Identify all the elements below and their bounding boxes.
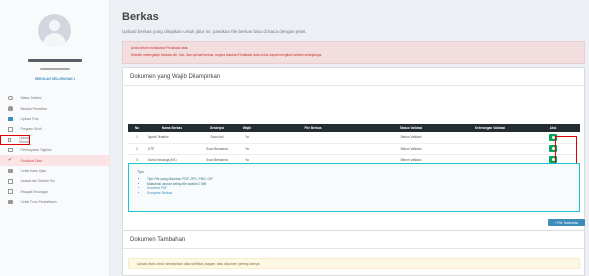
user-id-placeholder <box>40 68 70 70</box>
page-title: Berkas <box>122 11 159 23</box>
sidebar-item-pembayaran[interactable]: Pembayaran Tagihan <box>0 145 110 155</box>
print-icon <box>8 168 13 174</box>
user-icon <box>8 106 13 111</box>
col-header: File Berkas <box>258 124 368 132</box>
required-docs-card: Dokumen yang Wajib Dilampirkan No Nama B… <box>122 67 585 235</box>
avatar <box>38 14 71 47</box>
table-row: 2 KTP Scan Berwarna Ya Belum Validasi <box>128 143 580 155</box>
col-header: Keterangan Validasi <box>454 124 526 132</box>
cell-file <box>258 143 368 155</box>
sidebar-item-riwayat-keuangan[interactable]: Riwayat Keuangan <box>0 187 110 197</box>
sidebar-item-jadwal[interactable]: Jadwal dan Seleksi Tes <box>0 176 110 186</box>
col-header: Nama Berkas <box>146 124 198 132</box>
cell-name: KTP <box>146 143 198 155</box>
sidebar-item-label: Riwayat Keuangan <box>20 189 49 194</box>
sidebar-item-cetak-kartu[interactable]: Cetak Kartu Ujian <box>0 166 110 176</box>
calendar-icon <box>8 179 13 184</box>
sidebar-item-label: Program Studi <box>20 127 42 132</box>
divider <box>123 85 584 86</box>
cell-desc: Scan Berwarna <box>198 143 236 155</box>
status-icon <box>8 95 13 101</box>
file-icon <box>8 137 12 142</box>
sidebar-item-label: Pembayaran Tagihan <box>20 148 52 153</box>
additional-docs-note: Upload disini untuk melampirkan data ser… <box>128 258 580 269</box>
cell-no: 1 <box>128 132 146 144</box>
school-name: SEKOLAH SELURUHAN 1 <box>34 77 76 81</box>
divider <box>123 248 584 249</box>
cell-file <box>258 132 368 144</box>
sidebar-item-label: Jadwal dan Seleksi Tes <box>20 179 55 184</box>
cell-no: 2 <box>128 143 146 155</box>
tips-list: Tipe File yang diizinkan PDF, JPG, PNG, … <box>137 177 571 195</box>
alert-line-2: Setelah melengkapi biodata diri, foto, d… <box>131 53 323 57</box>
sidebar-item-cetak-form[interactable]: Cetak Form Pendaftaran <box>0 197 110 207</box>
sidebar-item-label: Finalisasi Data <box>20 158 43 163</box>
sidebar-item-label: Cetak Form Pendaftaran <box>20 200 57 205</box>
col-header: Aksi <box>526 124 580 132</box>
sidebar-item-finalisasi[interactable]: ✔ Finalisasi Data <box>0 155 110 166</box>
main-content: Berkas Upload berkas yang disajikan untu… <box>116 0 589 276</box>
sidebar-item-upload-berkas[interactable]: Upload Berkas <box>0 134 30 145</box>
bill-icon <box>8 147 13 153</box>
photo-icon <box>8 116 13 122</box>
additional-docs-card: Dokumen Tambahan Upload disini untuk mel… <box>122 230 585 276</box>
col-header: Wajib <box>236 124 258 132</box>
required-docs-title: Dokumen yang Wajib Dilampirkan <box>130 74 221 80</box>
sidebar-item-program-studi[interactable]: Program Studi <box>0 124 110 134</box>
table-row: 1 Ijazah Terakhir Scan Asli Ya Belum Val… <box>128 132 580 144</box>
sidebar-menu: Status Seleksi Biodata Pendaftar Upload … <box>0 93 110 207</box>
finalization-alert: Anda belum melakukan Finalisasi data. Se… <box>122 41 585 64</box>
sidebar-item-upload-foto[interactable]: Upload Foto <box>0 114 110 124</box>
cell-required: Ya <box>236 143 258 155</box>
sidebar-item-biodata[interactable]: Biodata Pendaftar <box>0 103 110 113</box>
page-subtitle: Upload berkas yang disajikan untuk jalur… <box>122 29 307 34</box>
col-header: Status Validasi <box>368 124 454 132</box>
money-icon <box>8 189 13 194</box>
table-header-row: No Nama Berkas Deskripsi Wajib File Berk… <box>128 124 580 132</box>
add-file-button[interactable]: + File Tambahan <box>548 219 585 226</box>
sidebar-item-status-seleksi[interactable]: Status Seleksi <box>0 93 110 103</box>
compress-file-link[interactable]: Kompresi Berkas <box>147 191 571 196</box>
username-placeholder <box>28 59 82 62</box>
cell-status: Belum Validasi <box>368 132 454 144</box>
check-icon: ✔ <box>8 157 13 164</box>
list-icon <box>8 127 13 132</box>
cell-desc: Scan Asli <box>198 132 236 144</box>
cell-note <box>454 143 526 155</box>
alert-line-1: Anda belum melakukan Finalisasi data. <box>131 46 189 50</box>
col-header: Deskripsi <box>198 124 236 132</box>
print-icon <box>8 199 13 205</box>
cell-status: Belum Validasi <box>368 143 454 155</box>
tips-box: Tips: Tipe File yang diizinkan PDF, JPG,… <box>128 163 580 212</box>
cell-name: Ijazah Terakhir <box>146 132 198 144</box>
sidebar-item-label: Biodata Pendaftar <box>20 106 47 111</box>
sidebar: SEKOLAH SELURUHAN 1 Status Seleksi Bioda… <box>0 0 110 276</box>
additional-docs-title: Dokumen Tambahan <box>130 237 186 243</box>
cell-note <box>454 132 526 144</box>
sidebar-item-label: Cetak Kartu Ujian <box>20 168 47 173</box>
sidebar-item-label: Upload Berkas <box>19 135 30 144</box>
cell-required: Ya <box>236 132 258 144</box>
col-header: No <box>128 124 146 132</box>
tips-title: Tips: <box>137 170 145 174</box>
sidebar-item-label: Status Seleksi <box>20 96 42 101</box>
sidebar-item-label: Upload Foto <box>20 116 39 121</box>
